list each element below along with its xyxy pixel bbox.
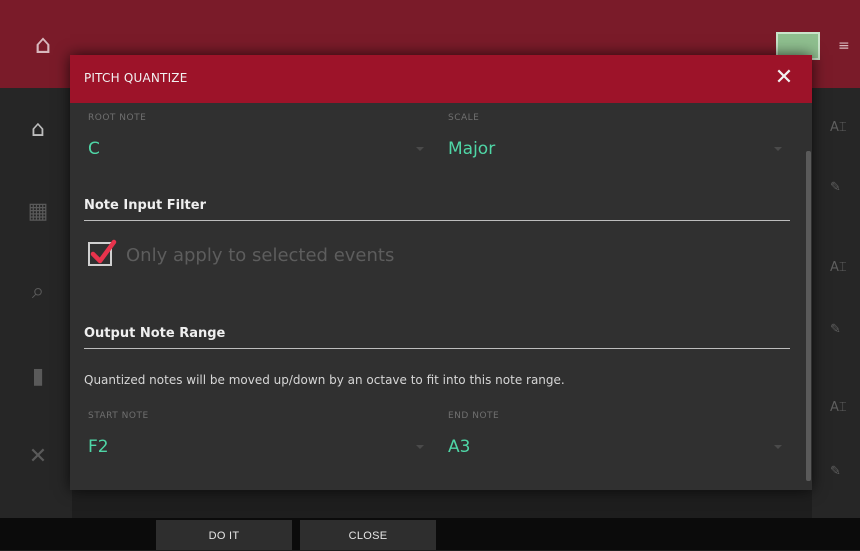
chevron-down-icon[interactable] [416,445,424,449]
start-note-field[interactable]: F2 [88,437,109,457]
right-rail: A⌶ ✎ A⌶ ✎ A⌶ ✎ [812,88,860,518]
root-note-label: ROOT NOTE [88,113,147,123]
close-icon[interactable]: ✕ [770,64,798,92]
output-note-range-heading: Output Note Range [84,326,226,341]
bars-icon[interactable]: ▮ [24,363,52,391]
checkmark-icon [90,239,117,264]
divider [84,348,790,349]
scale-field[interactable]: Major [448,139,495,159]
chevron-down-icon[interactable] [774,147,782,151]
pencil-icon[interactable]: ✎ [830,180,841,195]
dialog-title: PITCH QUANTIZE [84,71,188,85]
text-cursor-icon[interactable]: A⌶ [830,120,847,135]
end-note-field[interactable]: A3 [448,437,470,457]
chevron-down-icon[interactable] [774,445,782,449]
text-cursor-icon[interactable]: A⌶ [830,400,847,415]
left-rail: ⌂ ▦ ⌕ ▮ ✕ [0,88,72,518]
scrollbar[interactable] [806,151,811,481]
home-icon[interactable]: ⌂ [26,28,60,62]
end-note-label: END NOTE [448,411,500,421]
start-note-label: START NOTE [88,411,149,421]
pencil-icon[interactable]: ✎ [830,464,841,479]
range-description: Quantized notes will be moved up/down by… [84,373,565,387]
chevron-down-icon[interactable] [416,147,424,151]
xy-icon[interactable]: ✕ [24,443,52,471]
note-input-filter-heading: Note Input Filter [84,198,206,213]
menu-icon[interactable]: ≡ [838,38,852,54]
close-button[interactable]: CLOSE [300,520,436,550]
dialog-header: PITCH QUANTIZE ✕ [70,55,812,103]
divider [84,220,790,221]
root-note-field[interactable]: C [88,139,100,159]
search-icon[interactable]: ⌕ [24,278,52,306]
scale-label: SCALE [448,113,480,123]
only-selected-label[interactable]: Only apply to selected events [126,245,394,266]
home-icon[interactable]: ⌂ [24,116,52,144]
pencil-icon[interactable]: ✎ [830,322,841,337]
text-cursor-icon[interactable]: A⌶ [830,260,847,275]
grid-icon[interactable]: ▦ [24,198,52,226]
do-it-button[interactable]: DO IT [156,520,292,550]
only-selected-checkbox[interactable] [88,239,117,266]
pitch-quantize-dialog: PITCH QUANTIZE ✕ ROOT NOTE C SCALE Major… [70,55,812,490]
